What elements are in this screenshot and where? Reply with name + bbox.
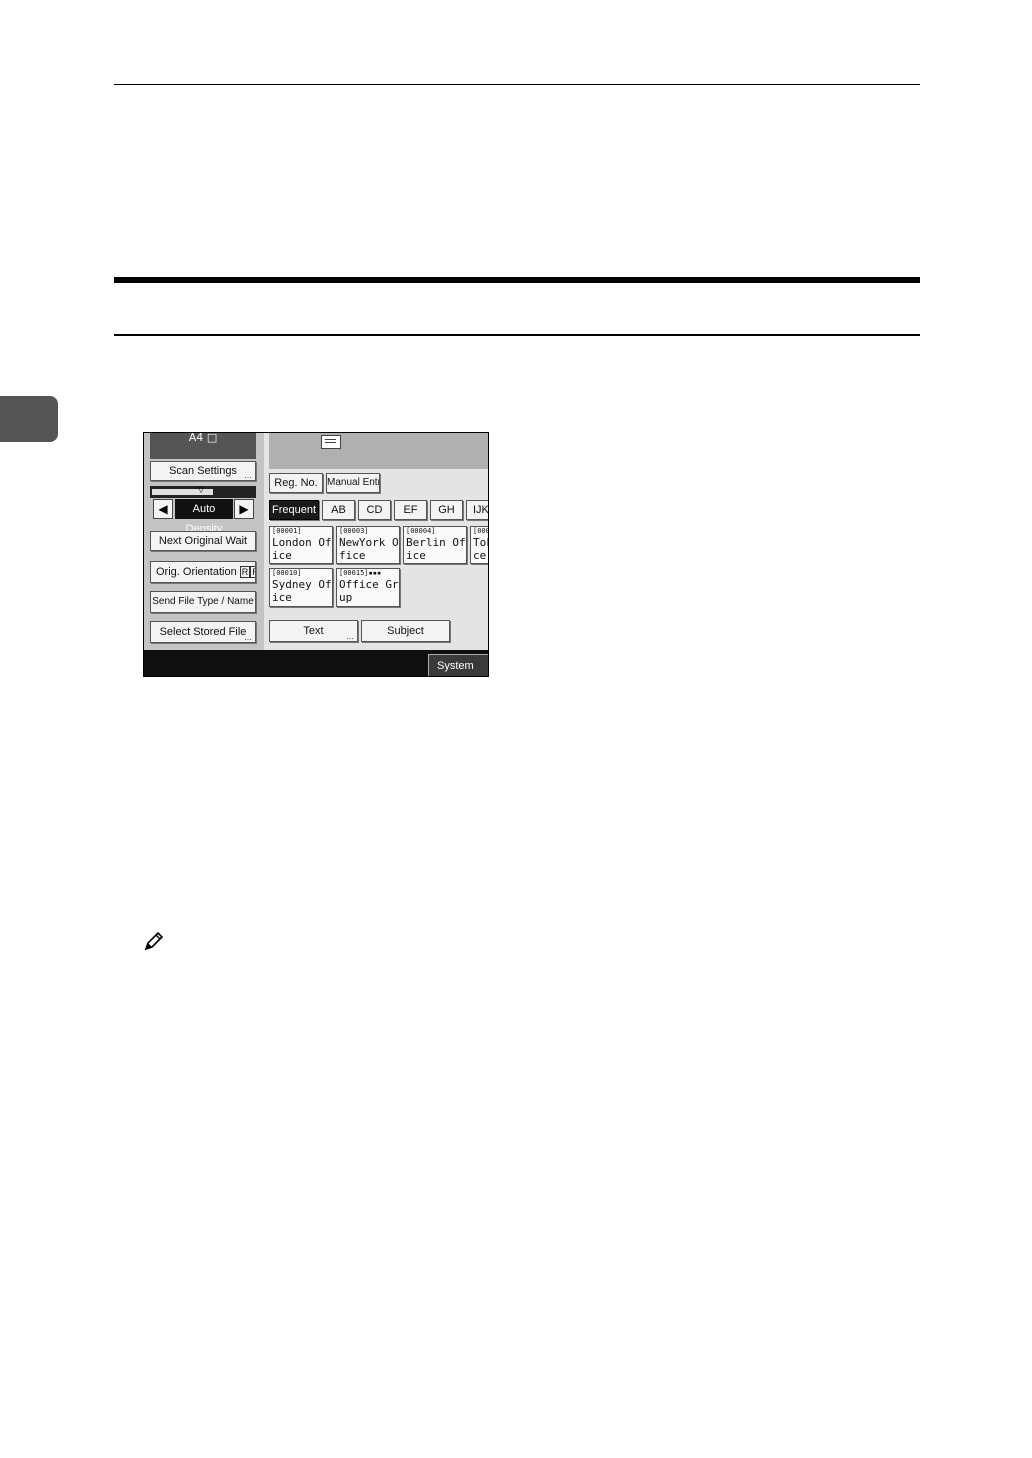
destination-key[interactable]: [00010] Sydney Off ice (269, 568, 333, 607)
paper-orientation-icon: □ (206, 432, 218, 444)
chapter-tab (0, 396, 58, 442)
select-stored-file-label: Select Stored File (159, 626, 247, 638)
manual-entry-label: Manual Entry (327, 477, 379, 488)
destination-number: [00003] (339, 527, 369, 535)
next-original-wait-button[interactable]: Next Original Wait (150, 531, 256, 551)
scan-settings-button[interactable]: Scan Settings … (150, 461, 256, 481)
text-button-label: Text (303, 625, 324, 637)
destination-name-line1: NewYork Of (339, 536, 400, 549)
section-rule-thick (114, 277, 920, 283)
paper-size-label: A4 (188, 432, 204, 444)
destination-name-line1: Office Gro (339, 578, 400, 591)
tab-cd[interactable]: CD (358, 500, 391, 520)
pencil-icon (144, 931, 164, 951)
destination-name-line1: Sydney Off (272, 578, 333, 591)
orientation-rotated-icon: R (250, 566, 255, 578)
destination-number: [00015]▪▪▪ (337, 569, 399, 578)
destination-number: [00010] (272, 569, 302, 577)
destination-key[interactable]: [00004] Berlin Off ice (403, 526, 467, 564)
more-icon: … (244, 633, 252, 642)
scanner-screen: A4 □ Scan Settings … ▽ ◀ Auto Density ▶ N… (143, 432, 489, 677)
paper-size-display: A4 □ (150, 433, 256, 459)
right-panel: Reg. No. Manual Entry Frequent AB CD EF … (264, 433, 489, 650)
destination-name-line2: up (339, 591, 353, 604)
tab-ef[interactable]: EF (394, 500, 427, 520)
send-file-type-label: Send File Type / Name (152, 596, 254, 607)
destination-name-line1: Tok (473, 536, 488, 549)
send-file-type-button[interactable]: Send File Type / Name (150, 591, 256, 613)
subject-button-label: Subject (387, 625, 424, 637)
destination-key[interactable]: [00003] NewYork Of fice (336, 526, 400, 564)
tab-ab[interactable]: AB (322, 500, 355, 520)
manual-entry-button[interactable]: Manual Entry (326, 473, 380, 493)
header-rule (114, 84, 920, 85)
group-icon: ▪▪▪ (368, 569, 382, 577)
destination-name-line2: fice (339, 549, 366, 562)
text-button[interactable]: Text … (269, 620, 358, 642)
density-bar: ▽ (150, 486, 256, 498)
destination-name-line1: Berlin Off (406, 536, 467, 549)
destination-number: [000 (473, 527, 489, 535)
more-icon: … (244, 471, 252, 480)
select-stored-file-button[interactable]: Select Stored File… (150, 621, 256, 643)
more-icon: … (346, 632, 354, 641)
tab-gh[interactable]: GH (430, 500, 463, 520)
destination-header (269, 433, 488, 469)
destination-key[interactable]: [000 Tok ce (470, 526, 489, 564)
document-icon (321, 435, 341, 449)
auto-density-button[interactable]: Auto Density (175, 499, 233, 535)
destination-number: [00001] (272, 527, 302, 535)
orig-orientation-label: Orig. Orientation (156, 566, 237, 578)
destination-key[interactable]: [00001] London Off ice (269, 526, 333, 564)
destination-key[interactable]: [00015]▪▪▪ Office Gro up (336, 568, 400, 607)
status-bar: System Status (144, 650, 488, 676)
destination-number-text: [00015] (339, 569, 369, 577)
orientation-icon: R (239, 566, 251, 578)
density-lighter-button[interactable]: ◀ (153, 499, 173, 519)
reg-no-button[interactable]: Reg. No. (269, 473, 323, 493)
destination-name-line2: ce (473, 549, 487, 562)
reg-no-label: Reg. No. (274, 477, 318, 489)
destination-name-line2: ice (272, 549, 292, 562)
subject-button[interactable]: Subject (361, 620, 450, 642)
destination-number: [00004] (406, 527, 436, 535)
tab-ijk[interactable]: IJK (466, 500, 488, 520)
orig-orientation-button[interactable]: Orig. Orientation RR (150, 561, 256, 583)
destination-name-line2: ice (406, 549, 426, 562)
scan-settings-label: Scan Settings (169, 465, 237, 477)
density-darker-button[interactable]: ▶ (234, 499, 254, 519)
section-rule (114, 334, 920, 336)
density-marker-icon: ▽ (198, 485, 205, 494)
next-original-wait-label: Next Original Wait (158, 535, 248, 547)
destination-name-line1: London Off (272, 536, 333, 549)
system-status-button[interactable]: System Status (428, 654, 488, 676)
tab-frequent[interactable]: Frequent (269, 500, 319, 520)
left-panel: A4 □ Scan Settings … ▽ ◀ Auto Density ▶ N… (144, 433, 264, 650)
destination-name-line2: ice (272, 591, 292, 604)
